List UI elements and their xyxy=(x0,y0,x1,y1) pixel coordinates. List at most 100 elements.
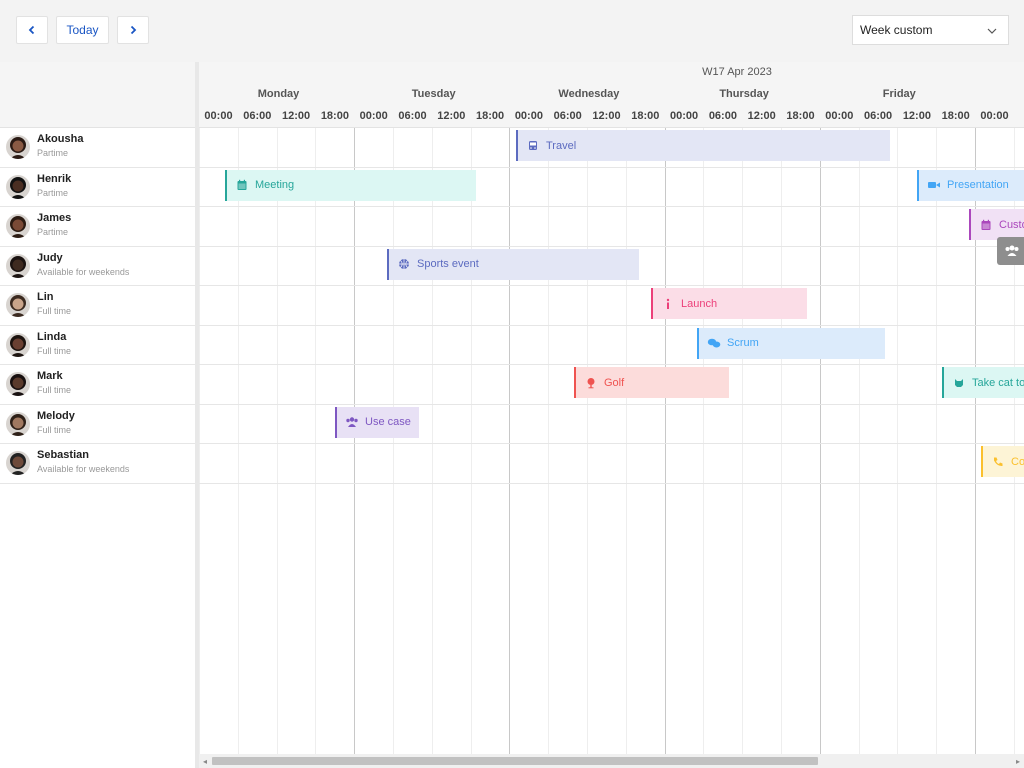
row-divider xyxy=(199,324,1024,326)
avatar xyxy=(6,253,30,278)
scroll-right-icon[interactable]: ▸ xyxy=(1016,757,1020,766)
today-button[interactable]: Today xyxy=(56,16,109,44)
users-icon xyxy=(1004,244,1020,263)
avatar xyxy=(6,135,30,159)
event-block[interactable]: Travel xyxy=(516,130,890,161)
schedule-grid[interactable]: Travel Meeting Presentation Custo Sports eve… xyxy=(199,128,1024,754)
resource-row[interactable]: Linda Full time xyxy=(0,326,195,365)
chevron-right-icon xyxy=(128,25,138,35)
event-block[interactable]: Co xyxy=(981,446,1024,477)
slot-divider xyxy=(315,128,317,754)
avatar xyxy=(6,214,30,238)
row-divider xyxy=(199,206,1024,207)
view-select[interactable]: Week custom xyxy=(852,15,1009,45)
event-block[interactable]: Presentation xyxy=(917,169,1024,201)
resource-subtitle: Available for weekends xyxy=(37,266,130,277)
resource-name: Mark xyxy=(37,370,63,382)
row-divider xyxy=(199,166,1024,168)
bus-icon xyxy=(526,139,540,153)
hour-label: 18:00 xyxy=(941,110,970,122)
phone-icon xyxy=(991,455,1005,469)
resource-row[interactable]: Judy Available for weekends xyxy=(0,247,195,286)
event-title: Presentation xyxy=(947,179,1009,191)
hour-label: 18:00 xyxy=(320,110,349,122)
slot-divider xyxy=(781,128,782,754)
hour-label: 18:00 xyxy=(476,110,505,122)
hour-label: 06:00 xyxy=(398,110,427,122)
resource-name: Melody xyxy=(37,409,75,422)
day-divider xyxy=(664,128,666,754)
event-block[interactable]: Golf xyxy=(574,367,729,398)
resource-subtitle: Full time xyxy=(37,385,72,395)
event-title: Travel xyxy=(546,139,577,152)
hour-label: 12:00 xyxy=(592,110,621,122)
event-block[interactable]: Sports event xyxy=(387,248,639,280)
event-block[interactable]: Custo xyxy=(969,209,1024,240)
slot-divider xyxy=(548,128,550,754)
scroll-left-icon[interactable]: ◂ xyxy=(203,757,207,766)
resource-row[interactable]: Lin Full time xyxy=(0,286,195,326)
row-divider xyxy=(199,482,1024,484)
cat-icon xyxy=(952,376,966,390)
slot-divider xyxy=(587,128,588,754)
resource-name: Sebastian xyxy=(37,449,89,461)
hour-label: 18:00 xyxy=(631,110,660,122)
day-divider xyxy=(354,128,356,754)
hour-label: 00:00 xyxy=(825,110,854,122)
slot-divider xyxy=(237,128,239,754)
slot-divider xyxy=(742,128,744,754)
row-divider xyxy=(199,364,1024,365)
event-block[interactable]: Scrum xyxy=(697,327,885,359)
chevron-down-icon xyxy=(986,25,998,39)
event-block[interactable]: Launch xyxy=(651,288,807,319)
hour-label: 12:00 xyxy=(902,110,931,122)
horizontal-scrollbar[interactable]: ◂ ▸ xyxy=(199,754,1024,768)
event-title: Meeting xyxy=(255,179,295,191)
day-label: Friday xyxy=(882,88,916,100)
users-icon xyxy=(345,415,359,429)
day-label: Wednesday xyxy=(558,88,620,100)
event-tooltip[interactable] xyxy=(997,237,1024,265)
hour-label: 06:00 xyxy=(243,110,272,122)
video-icon xyxy=(927,178,941,192)
resource-name: Akousha xyxy=(37,133,84,145)
resource-row[interactable]: Sebastian Available for weekends xyxy=(0,444,195,484)
event-block[interactable]: Use case xyxy=(335,406,419,438)
resource-row[interactable]: Melody Full time xyxy=(0,405,195,444)
hour-label: 06:00 xyxy=(708,110,737,122)
avatar xyxy=(6,293,30,317)
hour-label: 06:00 xyxy=(864,110,893,122)
day-divider xyxy=(819,128,821,754)
scrollbar-thumb[interactable] xyxy=(212,757,818,765)
event-block[interactable]: Meeting xyxy=(225,169,476,201)
event-title: Use case xyxy=(365,416,411,428)
event-title: Sports event xyxy=(417,258,479,270)
resource-row[interactable]: Henrik Partime xyxy=(0,168,195,207)
next-button[interactable] xyxy=(117,16,149,44)
toolbar: Today Week custom xyxy=(0,0,1024,62)
event-title: Launch xyxy=(681,297,718,310)
chevron-left-icon xyxy=(27,25,37,35)
basketball-icon xyxy=(397,257,411,271)
event-block[interactable]: Take cat to xyxy=(942,367,1024,398)
resource-row[interactable]: Akousha Partime xyxy=(0,128,195,168)
event-title: Take cat to xyxy=(972,376,1024,389)
hour-label: 00:00 xyxy=(514,110,543,122)
resource-name: Henrik xyxy=(37,172,72,185)
resource-row[interactable]: James Partime xyxy=(0,207,195,247)
calendar-icon xyxy=(235,178,249,192)
comments-icon xyxy=(707,336,721,350)
hour-label: 00:00 xyxy=(359,110,388,122)
resource-subtitle: Partime xyxy=(37,227,69,237)
previous-button[interactable] xyxy=(16,16,48,44)
hour-label: 12:00 xyxy=(437,110,466,122)
hour-label: 12:00 xyxy=(747,110,776,122)
slot-divider xyxy=(393,128,394,754)
avatar xyxy=(6,451,30,475)
resource-row[interactable]: Mark Full time xyxy=(0,365,195,405)
slot-divider xyxy=(470,128,472,754)
hour-label: 00:00 xyxy=(204,110,233,122)
row-divider xyxy=(199,245,1024,247)
resource-name: James xyxy=(37,212,72,224)
slot-divider xyxy=(625,128,627,754)
